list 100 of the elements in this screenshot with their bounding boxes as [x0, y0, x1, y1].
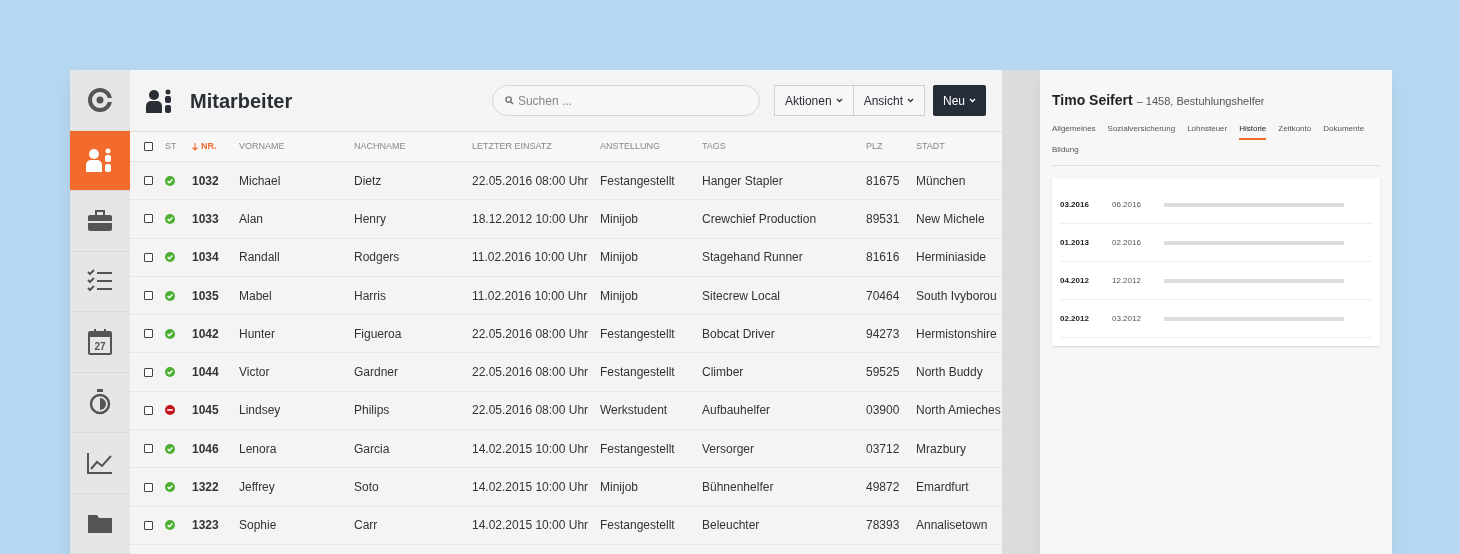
- table-cell-text: 18.12.2012 10:00 Uhr: [472, 210, 590, 228]
- table-cell-text: Minijob: [600, 479, 639, 496]
- checklist-icon: [87, 269, 113, 294]
- row-checkbox[interactable]: [144, 176, 153, 186]
- table-cell-text: 03900: [866, 402, 901, 420]
- table-cell-text: Festangestellt: [600, 364, 676, 382]
- row-checkbox[interactable]: [144, 520, 153, 530]
- row-checkbox[interactable]: [144, 482, 153, 492]
- table-cell-text: Beleuchter: [702, 517, 761, 535]
- row-checkbox[interactable]: [144, 444, 153, 454]
- table-cell-text: 81616: [866, 249, 901, 267]
- table-cell-text: 1046: [192, 440, 220, 458]
- sort-arrow-icon: [192, 142, 198, 151]
- search-field[interactable]: Suchen ...: [491, 85, 760, 116]
- table-cell-text: 1042: [192, 325, 220, 343]
- page-title: Mitarbeiter: [190, 88, 293, 114]
- table-cell-text: Stagehand Runner: [702, 249, 804, 267]
- stopwatch-icon: [89, 389, 111, 416]
- table-cell-text: 1323: [192, 517, 220, 535]
- table-cell-text: Werkstudent: [600, 402, 669, 420]
- tab[interactable]: Dokumente: [1323, 123, 1365, 140]
- employee-subtitle: – 1458, Bestuhlungshelfer: [1136, 94, 1265, 109]
- table-cell-text: 1322: [192, 479, 220, 496]
- search-input[interactable]: Suchen ...: [517, 91, 747, 110]
- table-cell-text: 03.2012: [1112, 312, 1142, 325]
- table-cell-text: 70464: [866, 287, 901, 305]
- table-cell-text: Minijob: [600, 249, 639, 267]
- search-icon: [504, 96, 514, 105]
- table-cell-text: Hermistonshire: [916, 325, 998, 343]
- table-cell-text: 1044: [192, 364, 220, 382]
- tab[interactable]: Lohnsteuer: [1187, 123, 1228, 140]
- tab[interactable]: Sozialversicherung: [1107, 123, 1176, 140]
- table-cell-text: 11.02.2016 10:00 Uhr: [472, 249, 589, 267]
- table-cell-text: Gardner: [354, 364, 400, 382]
- table-cell-text: Carr: [354, 517, 379, 535]
- row-checkbox[interactable]: [144, 214, 153, 224]
- people-icon: [86, 148, 114, 173]
- table-cell-text: 1032: [192, 172, 220, 190]
- table-cell-text: 1035: [192, 287, 220, 305]
- table-cell-text: Figueroa: [354, 325, 403, 343]
- table-cell-text: 1045: [192, 402, 220, 420]
- column-header[interactable]: TAGS: [702, 139, 726, 154]
- column-header[interactable]: STADT: [916, 139, 945, 154]
- table-cell-text: Festangestellt: [600, 517, 676, 535]
- folder-icon: [87, 512, 113, 535]
- table-cell-text: Festangestellt: [600, 325, 676, 343]
- table-cell-text: München: [916, 172, 967, 190]
- menu-button[interactable]: Aktionen: [773, 85, 854, 116]
- table-cell-text: New Michele: [916, 210, 986, 228]
- table-cell-text: Herminiaside: [916, 249, 988, 267]
- tab[interactable]: Historie: [1239, 123, 1267, 140]
- new-button[interactable]: Neu: [933, 85, 986, 116]
- row-checkbox[interactable]: [144, 252, 153, 262]
- table-cell-text: Minijob: [600, 287, 639, 305]
- table-cell-text: Minijob: [600, 210, 639, 228]
- column-header[interactable]: LETZTER EINSATZ: [472, 139, 552, 154]
- menu-button[interactable]: Ansicht: [853, 85, 925, 116]
- table-cell-text: 78393: [866, 517, 901, 535]
- table-cell-text: Dietz: [354, 172, 383, 190]
- table-cell-text: 1034: [192, 249, 220, 267]
- briefcase-icon: [87, 209, 113, 232]
- table-cell-text: Mrazbury: [916, 440, 967, 458]
- select-all-checkbox[interactable]: [144, 142, 153, 151]
- row-checkbox[interactable]: [144, 329, 153, 339]
- column-header[interactable]: ST: [165, 139, 177, 154]
- tab[interactable]: Zeitkonto: [1278, 123, 1312, 140]
- table-cell-text: Lindsey: [239, 402, 282, 420]
- column-header[interactable]: ANSTELLUNG: [600, 139, 661, 154]
- table-cell-text: 02.2016: [1112, 236, 1142, 249]
- table-cell-text: Garcia: [354, 440, 391, 458]
- table-cell-text: North Buddy: [916, 364, 984, 382]
- table-cell-text: Sitecrew Local: [702, 287, 782, 305]
- table-cell-text: Soto: [354, 479, 380, 496]
- table-cell-text: Festangestellt: [600, 440, 676, 458]
- table-cell-text: North Amieches: [916, 402, 1002, 420]
- tab[interactable]: Bildung: [1052, 144, 1079, 161]
- column-header[interactable]: NACHNAME: [354, 139, 406, 154]
- table-cell-text: Festangestellt: [600, 172, 676, 190]
- table-cell-text: Henry: [354, 210, 387, 228]
- table-cell-text: 49872: [866, 479, 901, 496]
- table-cell-text: Hanger Stapler: [702, 172, 784, 190]
- table-cell-text: 11.02.2016 10:00 Uhr: [472, 287, 589, 305]
- table-cell-text: 01.2013: [1060, 236, 1090, 249]
- tab[interactable]: Allgemeines: [1052, 123, 1096, 140]
- table-cell-text: Crewchief Production: [702, 210, 818, 228]
- table-cell-text: Jeffrey: [239, 479, 276, 496]
- row-checkbox[interactable]: [144, 367, 153, 377]
- table-cell-text: Aufbauhelfer: [702, 402, 772, 420]
- nav-item[interactable]: [70, 130, 130, 191]
- caret-icon: [969, 98, 976, 103]
- table-cell-text: Victor: [239, 364, 271, 382]
- table-cell-text: Emardfurt: [916, 479, 970, 496]
- row-checkbox[interactable]: [144, 405, 153, 415]
- column-header[interactable]: VORNAME: [239, 139, 285, 154]
- table-cell-text: Harris: [354, 287, 387, 305]
- table-cell-text: Rodgers: [354, 249, 401, 267]
- table-cell-text: 59525: [866, 364, 901, 382]
- row-checkbox[interactable]: [144, 291, 153, 301]
- table-cell-text: Michael: [239, 172, 282, 190]
- table-cell-text: 22.05.2016 08:00 Uhr: [472, 325, 590, 343]
